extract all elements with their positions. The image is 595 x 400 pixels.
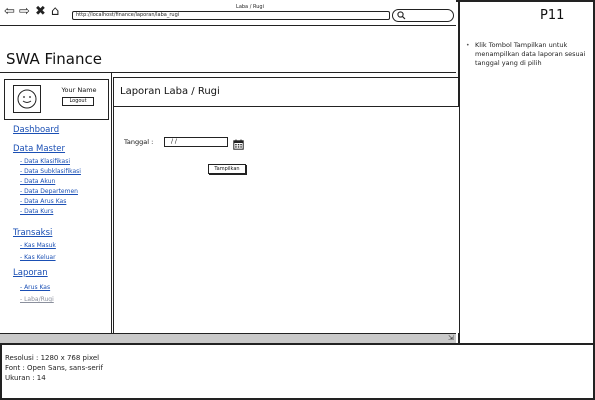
spec-size: Ukuran : 14 [5,374,46,382]
sidebar-item-kas-keluar[interactable]: - Kas Keluar [20,254,56,261]
search-icon[interactable] [397,11,406,23]
sidebar-item-data-klasifikasi[interactable]: - Data Klasifikasi [20,158,70,165]
calendar-icon[interactable] [233,135,244,150]
page-title: Laporan Laba / Rugi [120,86,220,97]
browser-page-title: Laba / Rugi [236,4,264,10]
sidebar-item-data-akun[interactable]: - Data Akun [20,178,55,185]
note-text: Klik Tombol Tampilkan untuk menampilkan … [475,41,586,67]
spec-resolution: Resolusi : 1280 x 768 pixel [5,354,100,362]
note-bullet: • [466,42,470,49]
sidebar-item-kas-masuk[interactable]: - Kas Masuk [20,242,56,249]
sidebar-item-laba-rugi[interactable]: - Laba/Rugi [20,296,54,303]
user-name: Your Name [61,86,97,94]
close-icon[interactable]: ✖ [35,4,46,20]
sidebar-item-data-kurs[interactable]: - Data Kurs [20,208,53,215]
sidebar-item-data-departemen[interactable]: - Data Departemen [20,188,78,195]
url-bar[interactable]: http://localhost/finance/laporan/laba_ru… [72,11,390,20]
avatar [13,85,41,113]
logout-button[interactable]: Logout [62,97,94,106]
sidebar-item-data-arus-kas[interactable]: - Data Arus Kas [20,198,66,205]
sidebar-item-arus-kas[interactable]: - Arus Kas [20,284,50,291]
app-title: SWA Finance [6,50,102,68]
sidebar-section-laporan[interactable]: Laporan [13,268,48,278]
date-label: Tanggal : [124,138,154,146]
home-icon[interactable]: ⌂ [51,4,59,20]
resize-grip-icon[interactable]: ⇲ [448,334,454,342]
sidebar-item-data-subklasifikasi[interactable]: - Data Subklasifikasi [20,168,81,175]
show-report-button[interactable]: Tampilkan [208,164,246,174]
forward-arrow-icon[interactable]: ⇨ [19,4,30,20]
spec-font: Font : Open Sans, sans-serif [5,364,104,372]
browser-status-bar [0,333,456,343]
sidebar-item-dashboard[interactable]: Dashboard [13,125,59,135]
sidebar-section-data-master[interactable]: Data Master [13,144,65,154]
panel-code: P11 [540,8,565,23]
date-input[interactable]: / / [164,137,228,147]
sidebar-section-transaksi[interactable]: Transaksi [13,228,52,238]
back-arrow-icon[interactable]: ⇦ [4,4,15,20]
